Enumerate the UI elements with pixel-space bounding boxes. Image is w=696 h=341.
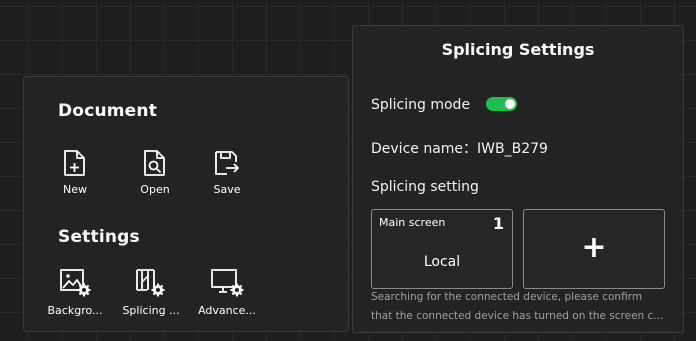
- advanced-settings-button[interactable]: Advance...: [187, 268, 267, 317]
- main-screen-name: Local: [423, 254, 461, 270]
- document-settings-panel: Document New Open Save Settings Backgro.…: [23, 76, 349, 332]
- open-button[interactable]: Open: [115, 149, 195, 196]
- plus-icon: +: [581, 230, 607, 265]
- splicing-settings-title: Splicing Settings: [441, 40, 595, 59]
- background-settings-icon: [60, 269, 91, 297]
- document-section-title: Document: [58, 101, 158, 121]
- open-label: Open: [140, 183, 170, 196]
- new-file-icon: [64, 150, 85, 176]
- status-line-1: Searching for the connected device, plea…: [371, 291, 643, 303]
- main-screen-label: Main screen: [379, 216, 446, 229]
- search-status-text: Searching for the connected device, plea…: [371, 288, 677, 326]
- save-button[interactable]: Save: [187, 149, 267, 196]
- toggle-knob: [505, 99, 515, 109]
- splicing-settings-icon: [136, 269, 165, 297]
- save-icon: [215, 151, 239, 175]
- splicing-setting-label: Splicing setting: [371, 179, 479, 195]
- new-label: New: [63, 183, 87, 196]
- background-settings-label: Backgro...: [47, 304, 103, 317]
- background-settings-button[interactable]: Backgro...: [35, 268, 115, 317]
- device-name-value: IWB_B279: [477, 141, 548, 157]
- status-line-2: that the connected device has turned on …: [371, 310, 664, 322]
- splicing-mode-label: Splicing mode: [371, 97, 471, 113]
- add-screen-button[interactable]: +: [523, 209, 665, 289]
- splicing-settings-label: Splicing ...: [122, 304, 180, 317]
- main-screen-number: 1: [492, 214, 504, 233]
- splicing-settings-panel: Splicing Settings Splicing mode Device n…: [352, 25, 684, 333]
- advanced-settings-label: Advance...: [198, 304, 256, 317]
- advanced-settings-icon: [211, 269, 244, 297]
- device-name-row: Device name：IWB_B279: [371, 138, 548, 158]
- new-button[interactable]: New: [35, 149, 115, 196]
- save-label: Save: [213, 183, 241, 196]
- splicing-settings-button[interactable]: Splicing ...: [111, 268, 191, 317]
- main-screen-card[interactable]: Main screen 1 Local: [371, 209, 513, 289]
- open-file-icon: [144, 150, 165, 176]
- splicing-mode-toggle[interactable]: [486, 97, 517, 111]
- settings-section-title: Settings: [58, 227, 140, 247]
- device-name-label: Device name：: [371, 141, 478, 157]
